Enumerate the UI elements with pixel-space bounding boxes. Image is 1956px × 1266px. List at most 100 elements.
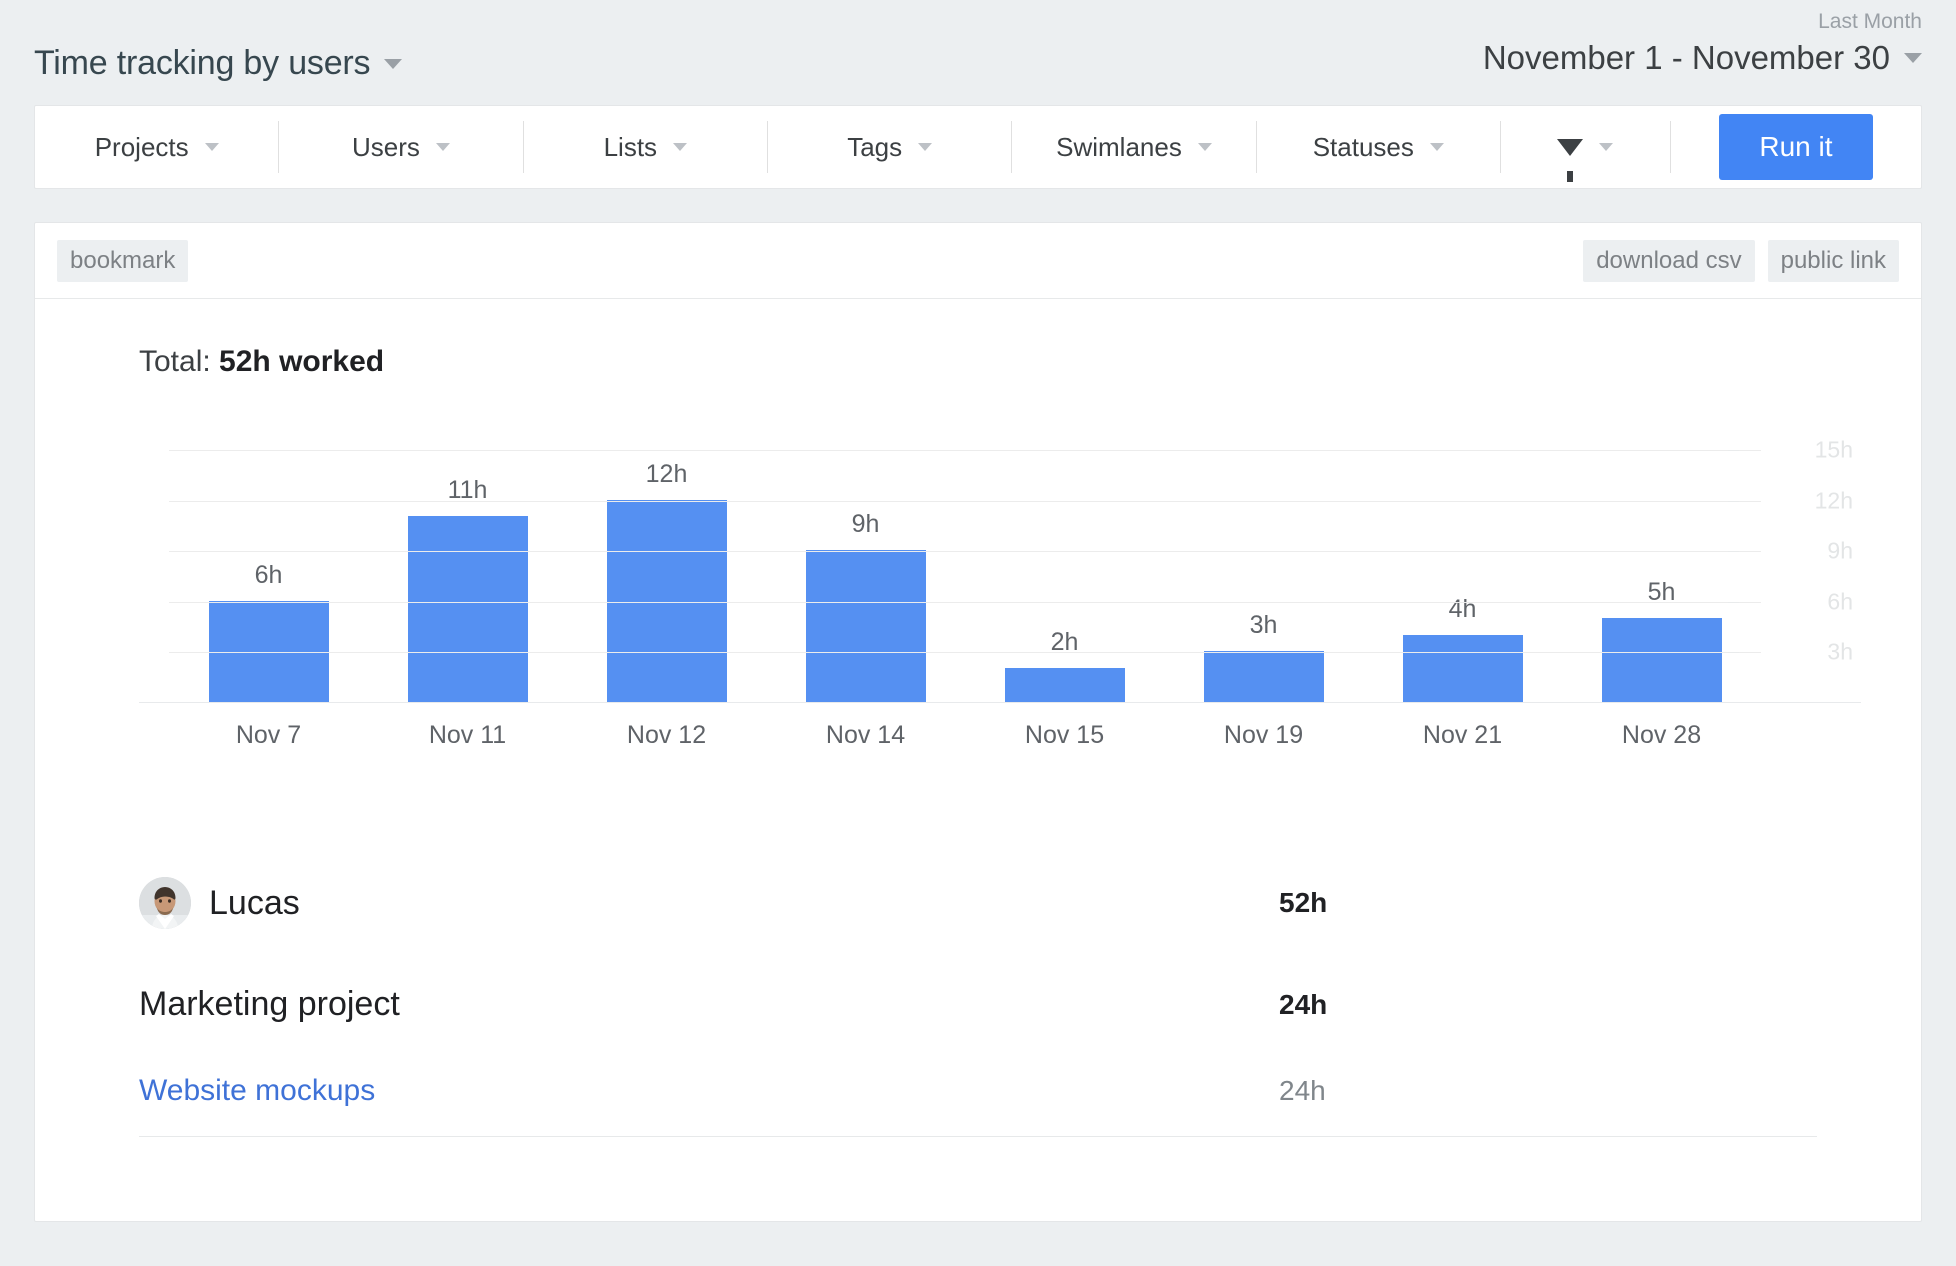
chart-bar[interactable] [806, 550, 926, 702]
page-header: Time tracking by users Last Month Novemb… [0, 0, 1956, 105]
user-label-wrap: Lucas [139, 877, 300, 929]
chart-plot-area: 6h 11h 12h 9h 2h 3h 4h 5h 3h 6h 9h 12h 15h [139, 433, 1861, 703]
funnel-icon[interactable] [1557, 139, 1583, 156]
chart-x-axis: Nov 7Nov 11Nov 12Nov 14Nov 15Nov 19Nov 2… [169, 705, 1761, 750]
time-tracking-bar-chart: 6h11h12h9h2h3h4h5h 3h6h9h12h15h Nov 7Nov… [35, 433, 1921, 743]
project-hours: 24h [1279, 989, 1327, 1021]
chart-bar-value-label: 4h [1449, 595, 1477, 624]
chart-bar[interactable] [1204, 651, 1324, 702]
task-link[interactable]: Website mockups [139, 1074, 375, 1108]
chevron-down-icon[interactable] [1430, 143, 1444, 151]
list-item-task[interactable]: Website mockups 24h [139, 1074, 1817, 1137]
chart-bar[interactable] [1005, 668, 1125, 702]
public-link-button[interactable]: public link [1768, 240, 1899, 282]
filter-swimlanes[interactable]: Swimlanes [1012, 121, 1256, 173]
chart-x-tick-label: Nov 21 [1363, 705, 1562, 750]
chart-y-tick-label: 12h [1815, 487, 1853, 514]
chart-bar-value-label: 9h [852, 510, 880, 539]
list-item-project[interactable]: Marketing project 24h [139, 985, 1817, 1024]
chevron-down-icon[interactable] [1599, 143, 1613, 151]
chart-y-tick-label: 9h [1827, 538, 1853, 565]
chart-bar[interactable] [607, 500, 727, 703]
chart-y-tick-mark [1728, 652, 1739, 653]
chart-gridline [169, 652, 1761, 653]
download-csv-button[interactable]: download csv [1583, 240, 1754, 282]
chart-bar-value-label: 6h [255, 561, 283, 590]
chevron-down-icon[interactable] [436, 143, 450, 151]
chart-bar-column[interactable]: 2h [965, 433, 1164, 702]
filter-projects[interactable]: Projects [35, 121, 279, 173]
chart-x-tick-label: Nov 7 [169, 705, 368, 750]
chart-bar-column[interactable]: 11h [368, 433, 567, 702]
total-prefix-label: Total: [139, 345, 219, 378]
filter-statuses[interactable]: Statuses [1257, 121, 1501, 173]
filter-users[interactable]: Users [279, 121, 523, 173]
chart-x-tick-label: Nov 14 [766, 705, 965, 750]
filter-lists[interactable]: Lists [524, 121, 768, 173]
filter-tags-label: Tags [847, 132, 902, 163]
user-name: Lucas [209, 884, 300, 923]
run-it-button[interactable]: Run it [1719, 114, 1872, 180]
filter-tags[interactable]: Tags [768, 121, 1012, 173]
chart-bars: 6h 11h 12h 9h 2h 3h 4h 5h [169, 433, 1761, 702]
chart-x-tick-label: Nov 19 [1164, 705, 1363, 750]
chart-bar[interactable] [408, 516, 528, 702]
chart-x-tick-label: Nov 15 [965, 705, 1164, 750]
chart-bar[interactable] [209, 601, 329, 702]
date-range-selector[interactable]: November 1 - November 30 [1483, 39, 1922, 77]
chart-bar-value-label: 3h [1250, 611, 1278, 640]
chart-y-tick-mark [1728, 602, 1739, 603]
last-month-label: Last Month [1483, 10, 1922, 34]
chart-gridline [169, 501, 1761, 502]
list-item-user[interactable]: Lucas 52h [139, 877, 1817, 929]
chart-gridline [169, 602, 1761, 603]
chart-y-tick-label: 3h [1827, 639, 1853, 666]
filter-statuses-label: Statuses [1313, 132, 1414, 163]
report-title-selector[interactable]: Time tracking by users [34, 44, 402, 83]
avatar [139, 877, 191, 929]
filter-advanced[interactable] [1501, 121, 1671, 173]
filter-toolbar: Projects Users Lists Tags Swimlanes Stat… [34, 105, 1922, 189]
chart-y-tick-mark [1728, 450, 1739, 451]
chart-bar-column[interactable]: 12h [567, 433, 766, 702]
chart-x-tick-label: Nov 12 [567, 705, 766, 750]
task-row-inner: Website mockups 24h [139, 1074, 1817, 1108]
chart-gridline [169, 450, 1761, 451]
task-hours: 24h [1279, 1075, 1326, 1107]
chart-y-tick-mark [1728, 501, 1739, 502]
report-card: bookmark download csv public link Total:… [34, 222, 1922, 1222]
chevron-down-icon[interactable] [384, 59, 402, 69]
page-title: Time tracking by users [34, 44, 370, 83]
card-action-bar: bookmark download csv public link [35, 223, 1921, 299]
chart-bar-column[interactable]: 4h [1363, 433, 1562, 702]
date-range-label: November 1 - November 30 [1483, 39, 1890, 77]
chart-bar[interactable] [1602, 618, 1722, 702]
chart-bar-column[interactable]: 3h [1164, 433, 1363, 702]
filter-users-label: Users [352, 132, 420, 163]
bookmark-button[interactable]: bookmark [57, 240, 188, 282]
detail-list: Lucas 52h Marketing project 24h Website … [35, 877, 1921, 1137]
chart-bar[interactable] [1403, 635, 1523, 703]
filter-swimlanes-label: Swimlanes [1056, 132, 1182, 163]
chart-y-tick-label: 6h [1827, 588, 1853, 615]
date-range-block: Last Month November 1 - November 30 [1483, 10, 1922, 77]
chart-bar-column[interactable]: 6h [169, 433, 368, 702]
chevron-down-icon[interactable] [1198, 143, 1212, 151]
chart-y-tick-mark [1728, 551, 1739, 552]
chart-x-tick-label: Nov 11 [368, 705, 567, 750]
chart-y-tick-label: 15h [1815, 436, 1853, 463]
chart-bar-column[interactable]: 9h [766, 433, 965, 702]
total-summary: Total: 52h worked [35, 299, 1921, 379]
run-it-container: Run it [1671, 114, 1921, 180]
chart-bar-value-label: 12h [646, 460, 688, 489]
chart-x-tick-label: Nov 28 [1562, 705, 1761, 750]
project-name: Marketing project [139, 985, 400, 1024]
chevron-down-icon[interactable] [673, 143, 687, 151]
filter-projects-label: Projects [95, 132, 189, 163]
user-row-inner: Lucas 52h [139, 877, 1817, 929]
project-row-inner: Marketing project 24h [139, 985, 1817, 1024]
chart-bar-column[interactable]: 5h [1562, 433, 1761, 702]
chevron-down-icon[interactable] [918, 143, 932, 151]
chevron-down-icon[interactable] [1904, 53, 1922, 63]
chevron-down-icon[interactable] [205, 143, 219, 151]
